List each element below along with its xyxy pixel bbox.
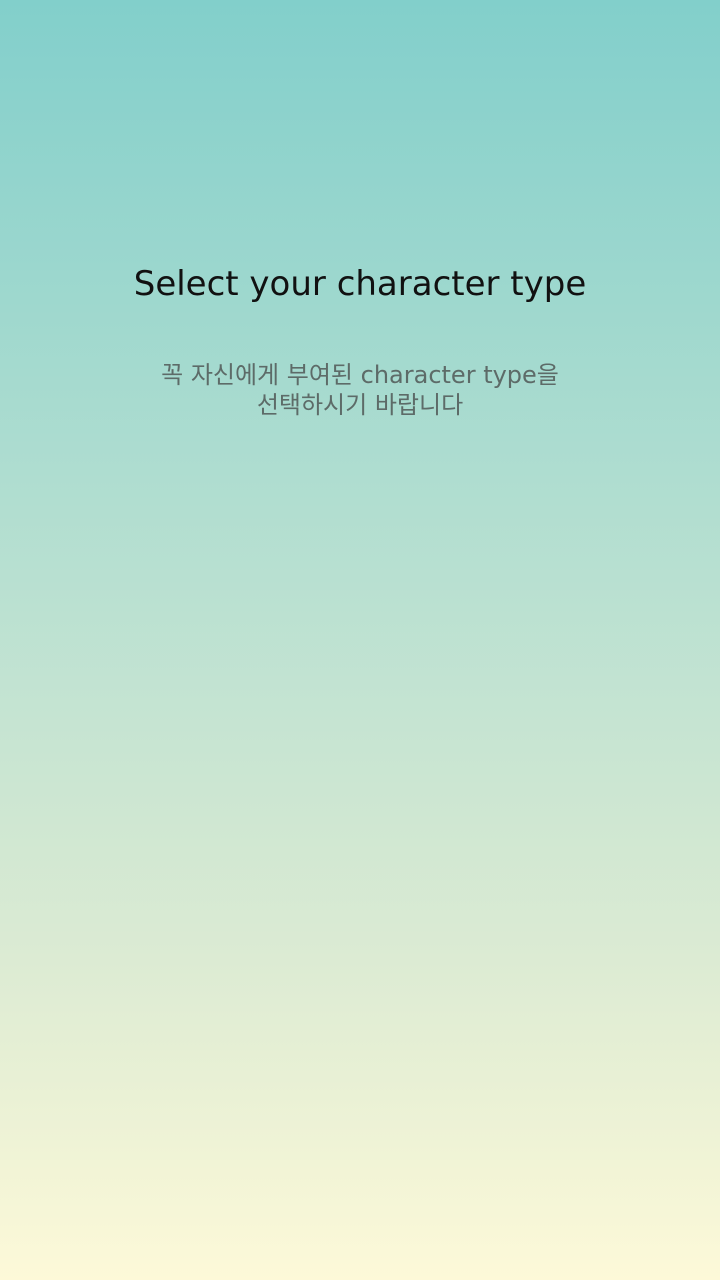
instruction-line-1: 꼭 자신에게 부여된 character type을 [161,361,559,389]
page-title: Select your character type [133,264,587,304]
instruction-line-2: 선택하시기 바랍니다 [256,391,464,419]
instruction-text: 꼭 자신에게 부여된 character type을 선택하시기 바랍니다 [120,360,600,420]
character-select-screen: Select your character type 꼭 자신에게 부여된 ch… [0,0,720,1280]
